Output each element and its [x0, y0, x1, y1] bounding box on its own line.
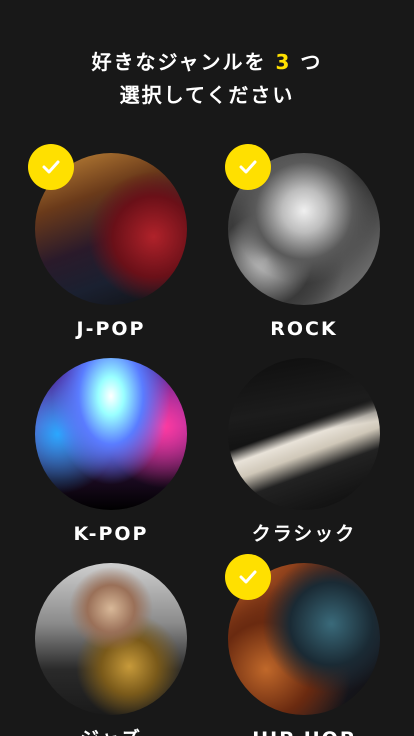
genre-selection-heading: 好きなジャンルを 3 つ 選択してください: [0, 46, 414, 112]
heading-prefix: 好きなジャンルを: [91, 50, 267, 74]
genre-label-rock: ROCK: [270, 318, 338, 340]
heading-line-1: 好きなジャンルを 3 つ: [0, 46, 414, 79]
genre-label-hiphop: HIP HOP: [219, 725, 389, 736]
genre-item-hiphop[interactable]: HIP HOP: [219, 554, 389, 736]
jazz-image[interactable]: [35, 563, 187, 715]
genre-grid: J-POP ROCK K-POP クラシック ジャズ HIP HOP: [0, 144, 414, 736]
kpop-image[interactable]: [35, 358, 187, 510]
genre-item-jazz[interactable]: ジャズ: [26, 563, 196, 736]
genre-item-kpop[interactable]: K-POP: [26, 358, 196, 548]
heading-suffix: つ: [300, 50, 323, 74]
genre-item-classic[interactable]: クラシック: [219, 358, 389, 548]
check-icon: [225, 144, 271, 190]
heading-line-2: 選択してください: [119, 83, 295, 107]
genre-label-jazz: ジャズ: [26, 725, 196, 736]
genre-item-rock[interactable]: ROCK: [219, 144, 389, 343]
selection-count: 3: [275, 50, 292, 74]
check-icon: [225, 554, 271, 600]
genre-label-jpop: J-POP: [76, 318, 146, 340]
check-icon: [28, 144, 74, 190]
genre-item-jpop[interactable]: J-POP: [26, 144, 196, 343]
classic-image[interactable]: [228, 358, 380, 510]
genre-label-classic: クラシック: [251, 523, 357, 545]
genre-label-kpop: K-POP: [73, 523, 149, 545]
